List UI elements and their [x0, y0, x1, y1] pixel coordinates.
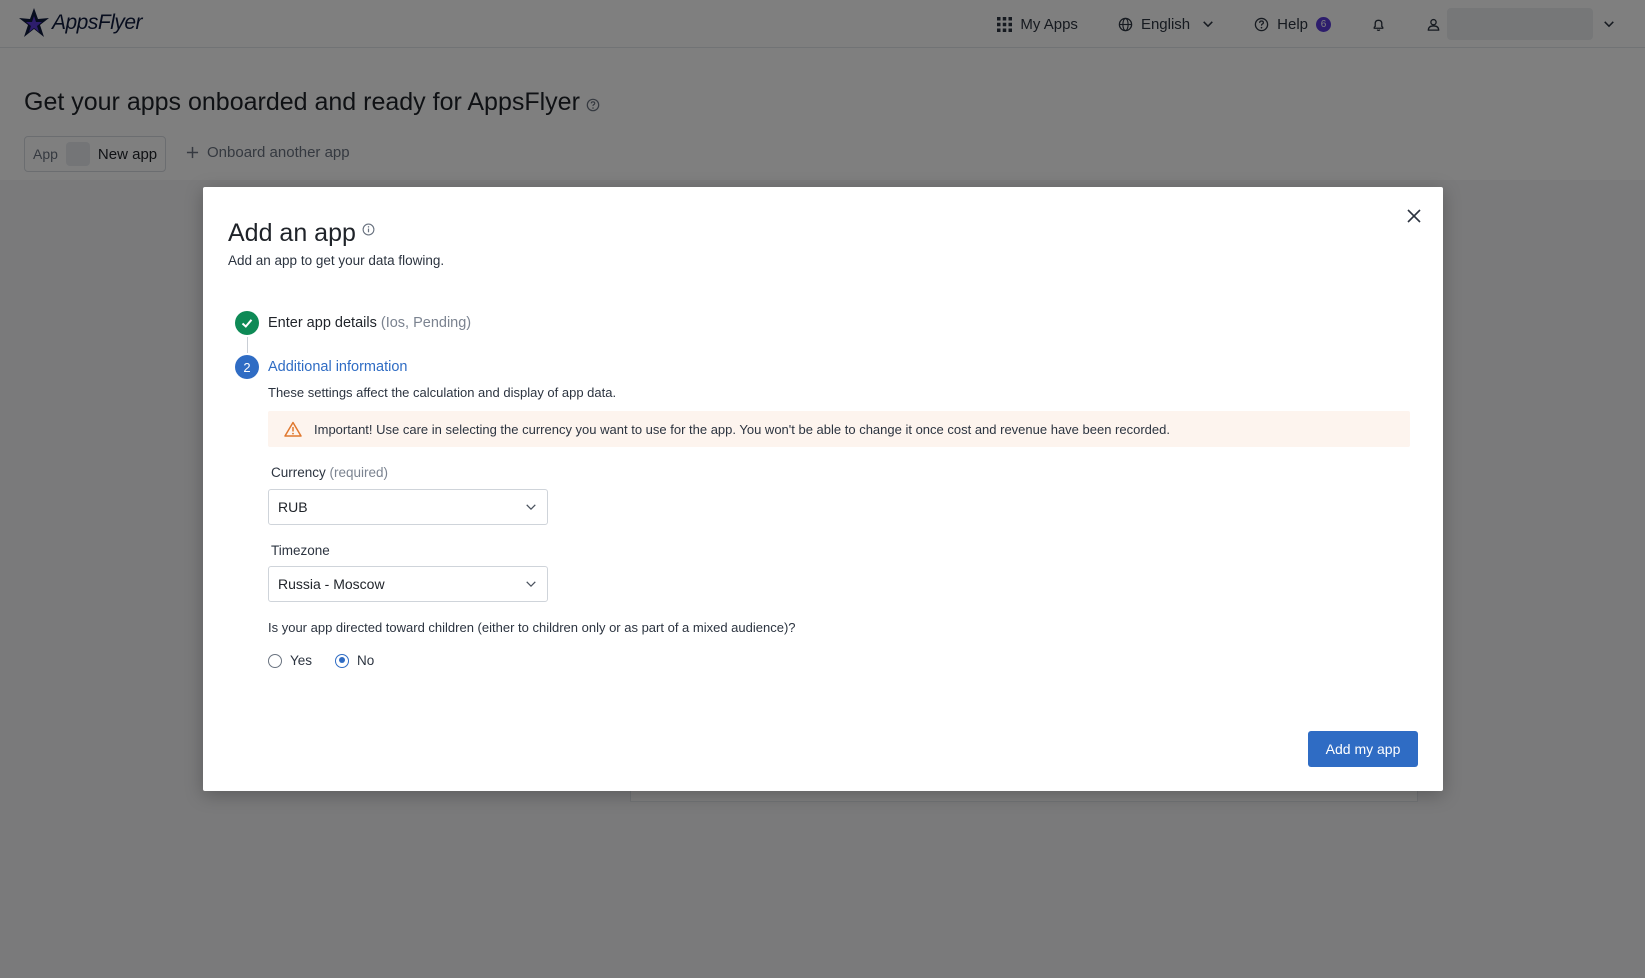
- timezone-value: Russia - Moscow: [278, 576, 385, 592]
- radio-no-label: No: [357, 653, 375, 668]
- children-question: Is your app directed toward children (ei…: [268, 620, 796, 635]
- step-connector: [247, 337, 248, 353]
- chevron-down-icon: [526, 581, 536, 588]
- warning-triangle-icon: [284, 421, 302, 437]
- radio-yes-circle[interactable]: [268, 653, 282, 668]
- add-app-modal: Add an app Add an app to get your data f…: [203, 187, 1443, 791]
- timezone-label: Timezone: [271, 543, 330, 558]
- step-number-badge: 2: [235, 355, 259, 379]
- currency-label: Currency (required): [271, 465, 389, 480]
- step1-detail: (Ios, Pending): [380, 315, 472, 331]
- radio-yes-label: Yes: [290, 653, 313, 668]
- timezone-select[interactable]: Russia - Moscow: [268, 566, 548, 602]
- step-enter-app-details[interactable]: Enter app details (Ios, Pending): [235, 311, 471, 335]
- currency-select[interactable]: RUB: [268, 489, 548, 525]
- radio-no[interactable]: No: [335, 653, 374, 668]
- modal-title-text: Add an app: [228, 219, 356, 247]
- modal-title: Add an app: [228, 219, 375, 248]
- currency-required-note: (required): [329, 465, 389, 480]
- radio-no-circle[interactable]: [335, 653, 350, 668]
- alert-text: Important! Use care in selecting the cur…: [314, 421, 1170, 437]
- currency-warning-alert: Important! Use care in selecting the cur…: [268, 411, 1410, 447]
- info-icon[interactable]: [362, 223, 375, 236]
- step2-label: Additional information: [268, 359, 408, 375]
- settings-note: These settings affect the calculation an…: [268, 385, 617, 400]
- chevron-down-icon: [526, 504, 536, 511]
- currency-value: RUB: [278, 499, 308, 515]
- step1-label: Enter app details (Ios, Pending): [268, 315, 472, 331]
- add-my-app-button[interactable]: Add my app: [1308, 731, 1418, 767]
- children-radio-group: Yes No: [268, 653, 397, 668]
- modal-subtitle: Add an app to get your data flowing.: [228, 253, 445, 268]
- radio-yes[interactable]: Yes: [268, 653, 312, 668]
- step-complete-check-icon: [235, 311, 259, 335]
- step-additional-information: 2 Additional information: [235, 355, 407, 379]
- close-icon[interactable]: [1405, 207, 1423, 225]
